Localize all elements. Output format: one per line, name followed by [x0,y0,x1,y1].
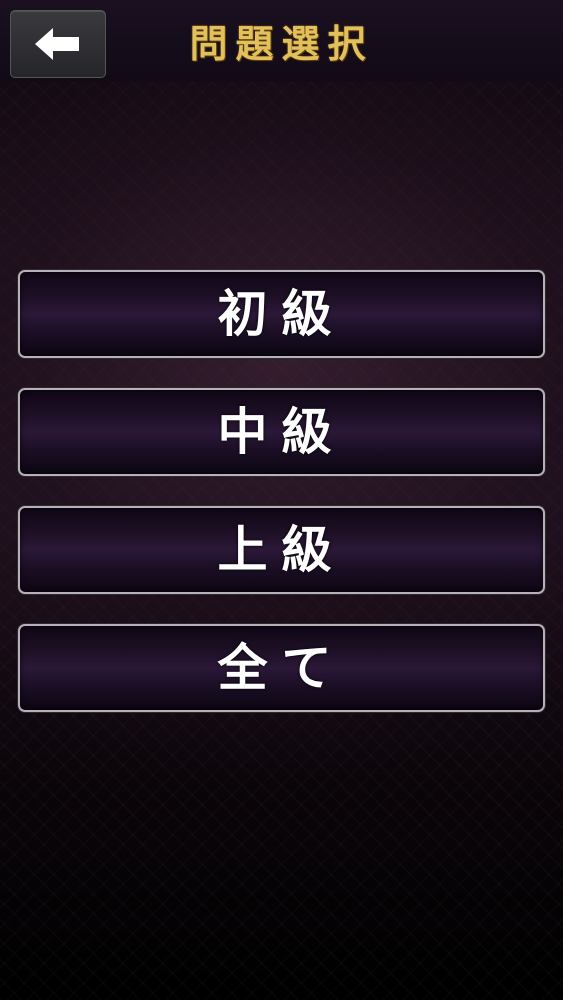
page-title: 問題選択 [189,21,374,66]
intermediate-label: 中級 [217,402,346,461]
intermediate-button[interactable]: 中級 [18,388,545,476]
advanced-button[interactable]: 上級 [18,506,545,594]
all-levels-label: 全て [217,638,346,697]
all-levels-button[interactable]: 全て [18,624,545,712]
difficulty-menu: 初級 中級 上級 全て [18,270,545,742]
beginner-label: 初級 [217,284,346,343]
quiz-select-screen: 問題選択 初級 中級 上級 全て [0,0,563,1000]
advanced-label: 上級 [217,520,346,579]
header-bar: 問題選択 [0,0,563,82]
beginner-button[interactable]: 初級 [18,270,545,358]
